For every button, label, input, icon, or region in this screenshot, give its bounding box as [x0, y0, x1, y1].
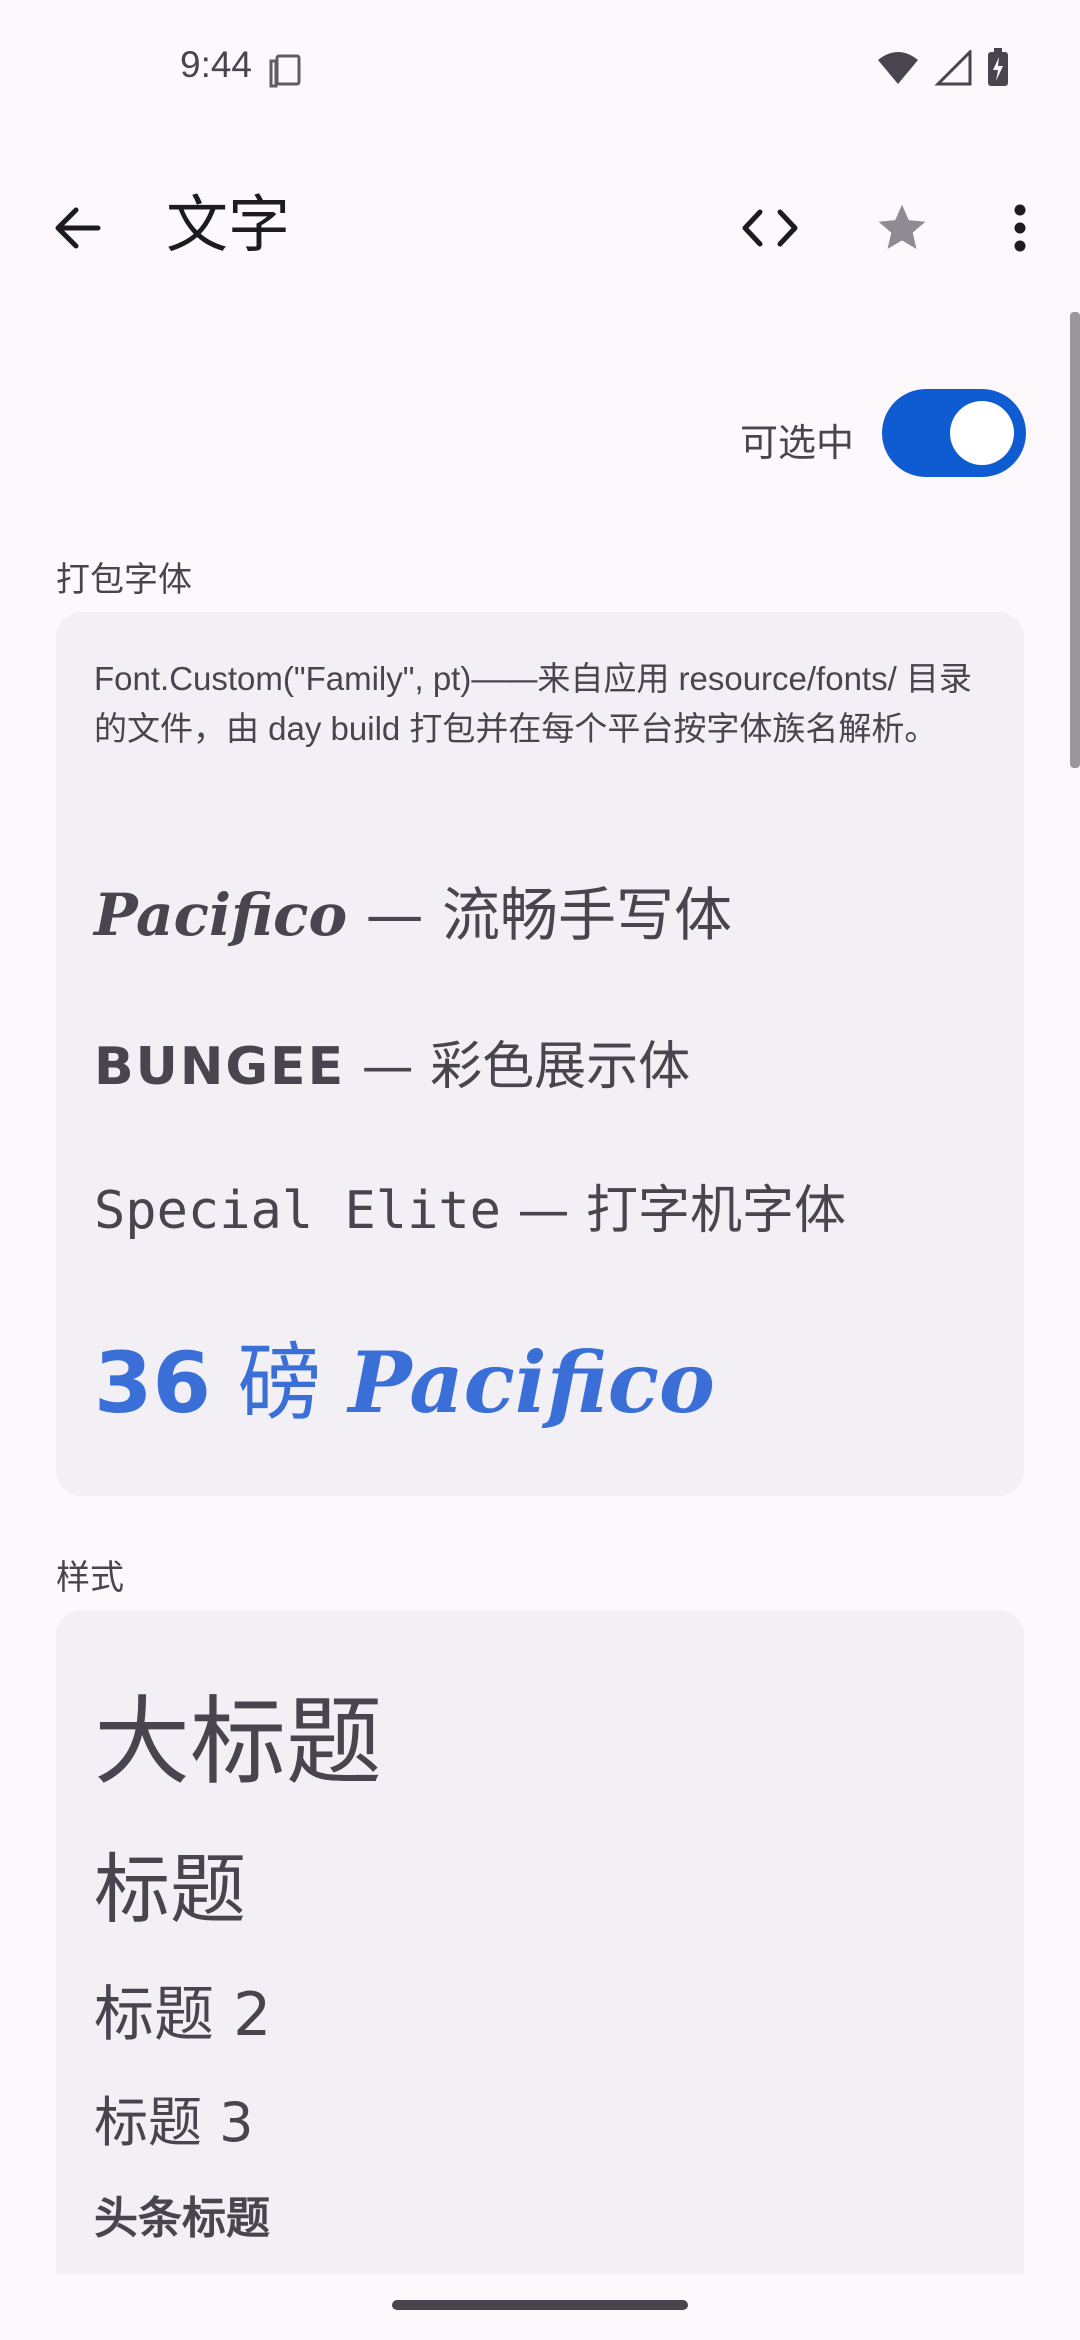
screen: 9:44 文字 可选中 打包字体 Font.Custom("Family", p… — [0, 0, 1080, 2340]
more-vert-icon — [1014, 204, 1026, 252]
favorite-button[interactable] — [862, 190, 942, 266]
status-time: 9:44 — [180, 44, 253, 85]
style-large-title: 大标题 — [94, 1686, 382, 1798]
code-icon — [742, 209, 798, 247]
back-button[interactable] — [40, 190, 116, 266]
font-sample-pacifico: Pacifico — 流畅手写体 — [94, 868, 732, 952]
more-options-button[interactable] — [980, 190, 1060, 266]
size-number: 36 — [94, 1334, 211, 1432]
gesture-handle[interactable] — [392, 2300, 688, 2310]
style-title: 标题 — [94, 1845, 246, 1934]
font-name: Special Elite — [94, 1181, 501, 1241]
page-title: 文字 — [166, 188, 291, 261]
font-sample-bungee: BUNGEE — 彩色展示体 — [94, 1024, 690, 1099]
selectable-toggle[interactable] — [882, 389, 1026, 477]
font-sample-36pt: 36 磅 Pacifico — [94, 1316, 715, 1437]
font-name: Pacifico — [348, 1333, 715, 1432]
styles-card: 大标题 标题 标题 2 标题 3 头条标题 — [56, 1610, 1024, 2340]
style-title-3: 标题 3 — [94, 2091, 254, 2154]
font-name: BUNGEE — [94, 1037, 346, 1097]
sim-card-icon — [269, 54, 301, 88]
font-desc: — 流畅手写体 — [347, 881, 733, 949]
status-icons — [876, 48, 1010, 88]
packaged-fonts-card: Font.Custom("Family", pt)——来自应用 resource… — [56, 612, 1024, 1496]
status-bar: 9:44 — [0, 0, 1080, 140]
arrow-back-icon — [55, 207, 101, 249]
section-label-styles: 样式 — [56, 1558, 124, 1598]
style-headline: 头条标题 — [94, 2193, 270, 2244]
section-label-packaged-fonts: 打包字体 — [56, 560, 192, 600]
star-icon — [878, 204, 926, 249]
style-title-2: 标题 2 — [94, 1980, 272, 2050]
battery-charging-icon — [988, 48, 1008, 86]
font-desc: — 打字机字体 — [501, 1181, 847, 1241]
signal-icon — [934, 50, 972, 86]
scrollbar[interactable] — [1070, 312, 1080, 768]
app-bar: 文字 — [0, 160, 1080, 290]
view-source-button[interactable] — [730, 190, 810, 266]
font-name: Pacifico — [94, 881, 348, 949]
size-unit: 磅 — [210, 1334, 349, 1432]
toggle-knob — [950, 401, 1014, 465]
selectable-label: 可选中 — [740, 421, 855, 465]
wifi-icon — [878, 52, 918, 84]
font-sample-special-elite: Special Elite — 打字机字体 — [94, 1168, 846, 1243]
card-description: Font.Custom("Family", pt)——来自应用 resource… — [94, 660, 972, 747]
font-desc: — 彩色展示体 — [345, 1037, 691, 1097]
